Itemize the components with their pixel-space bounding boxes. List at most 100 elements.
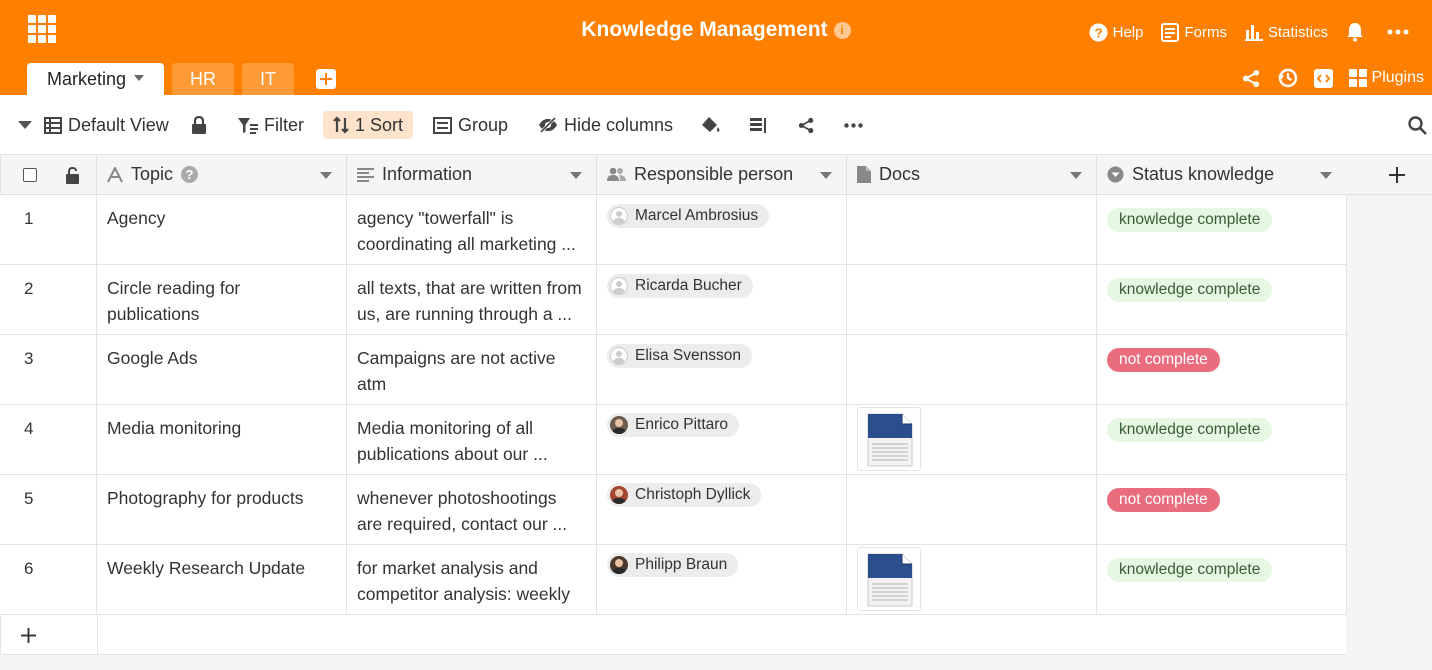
status-knowledge-cell[interactable]: knowledge complete (1097, 195, 1347, 265)
topic-cell[interactable]: Circle reading for publications (97, 265, 347, 335)
docs-cell[interactable] (847, 475, 1097, 545)
row-number-cell[interactable]: 1 (0, 195, 97, 265)
information-cell[interactable]: whenever photoshootings are required, co… (347, 475, 597, 545)
chevron-down-icon[interactable] (134, 75, 145, 81)
row-number-cell[interactable]: 4 (0, 405, 97, 475)
group-button[interactable]: Group (433, 111, 508, 139)
column-label: Responsible person (634, 164, 794, 184)
responsible-person-cell[interactable]: Christoph Dyllick (597, 475, 847, 545)
add-column-button[interactable] (1346, 155, 1432, 195)
row-number-cell[interactable]: 6 (0, 545, 97, 615)
status-knowledge-cell[interactable]: knowledge complete (1097, 265, 1347, 335)
statistics-button[interactable]: Statistics (1244, 23, 1328, 41)
select-all-checkbox[interactable] (23, 168, 37, 182)
column-header-responsible-person[interactable]: Responsible person (597, 155, 847, 195)
history-button[interactable] (1277, 68, 1298, 88)
status-knowledge-cell[interactable]: knowledge complete (1097, 545, 1347, 615)
docs-cell[interactable] (847, 265, 1097, 335)
row-color-button[interactable] (701, 111, 727, 139)
text-type-icon (107, 166, 123, 182)
collaborator-chip[interactable]: Elisa Svensson (607, 344, 752, 368)
information-cell[interactable]: all texts, that are written from us, are… (347, 265, 597, 335)
table-row[interactable]: 3 Google Ads Campaigns are not active atm E… (0, 335, 1347, 405)
share-button[interactable] (1242, 69, 1261, 88)
topic-cell[interactable]: Weekly Research Update (97, 545, 347, 615)
apps-grid-icon[interactable] (28, 15, 56, 43)
column-header-docs[interactable]: Docs (847, 155, 1097, 195)
column-header-status-knowledge[interactable]: Status knowledge (1097, 155, 1347, 195)
chevron-down-icon[interactable] (1320, 172, 1332, 179)
docs-cell[interactable] (847, 545, 1097, 615)
statistics-label: Statistics (1267, 23, 1328, 41)
search-button[interactable] (1408, 111, 1432, 139)
lock-view-button[interactable] (191, 111, 213, 139)
tab-hr[interactable]: HR (172, 63, 235, 95)
notifications-button[interactable] (1346, 22, 1369, 42)
view-selector[interactable]: Default View (18, 111, 169, 139)
docs-cell[interactable] (847, 335, 1097, 405)
topic-cell[interactable]: Photography for products (97, 475, 347, 545)
more-menu-button[interactable] (1387, 29, 1414, 35)
document-thumbnail[interactable] (857, 407, 921, 471)
row-height-button[interactable] (750, 111, 773, 139)
toolbar-more-button[interactable] (844, 111, 869, 139)
collaborator-chip[interactable]: Marcel Ambrosius (607, 204, 770, 228)
responsible-person-cell[interactable]: Marcel Ambrosius (597, 195, 847, 265)
add-table-button[interactable] (316, 69, 337, 89)
row-number-cell[interactable]: 3 (0, 335, 97, 405)
responsible-person-cell[interactable]: Philipp Braun (597, 545, 847, 615)
table-row[interactable]: 1 Agency agency "towerfall" is coordinatin… (0, 195, 1347, 265)
sort-button[interactable]: 1 Sort (323, 111, 414, 139)
information-cell[interactable]: Campaigns are not active atm (347, 335, 597, 405)
document-thumbnail[interactable] (857, 547, 921, 611)
filter-button[interactable]: Filter (238, 111, 304, 139)
info-icon[interactable]: i (833, 22, 851, 39)
share-view-button[interactable] (798, 111, 821, 139)
collaborator-chip[interactable]: Ricarda Bucher (607, 274, 753, 298)
chevron-down-icon[interactable] (320, 172, 332, 179)
information-cell[interactable]: agency "towerfall" is coordinating all m… (347, 195, 597, 265)
information-cell[interactable]: Media monitoring of all publications abo… (347, 405, 597, 475)
chevron-down-icon[interactable] (820, 172, 832, 179)
tab-it[interactable]: IT (242, 63, 295, 95)
collaborator-chip[interactable]: Philipp Braun (607, 553, 739, 577)
responsible-person-cell[interactable]: Ricarda Bucher (597, 265, 847, 335)
row-number-cell[interactable]: 2 (0, 265, 97, 335)
table-row[interactable]: 5 Photography for products whenever photos… (0, 475, 1347, 545)
tab-marketing[interactable]: Marketing (27, 63, 165, 95)
topic-cell[interactable]: Google Ads (97, 335, 347, 405)
chevron-down-icon[interactable] (1070, 172, 1082, 179)
table-row[interactable]: 6 Weekly Research Update for market analys… (0, 545, 1347, 615)
row-number-cell[interactable]: 5 (0, 475, 97, 545)
column-label: Information (382, 164, 473, 184)
status-knowledge-cell[interactable]: not complete (1097, 335, 1347, 405)
table-row[interactable]: 2 Circle reading for publications all text… (0, 265, 1347, 335)
docs-cell[interactable] (847, 195, 1097, 265)
column-header-information[interactable]: Information (347, 155, 597, 195)
plugins-button[interactable]: Plugins (1348, 69, 1424, 87)
help-icon: ? (1089, 22, 1108, 42)
unlock-icon[interactable] (65, 167, 80, 184)
help-icon[interactable]: ? (181, 166, 199, 183)
topic-cell[interactable]: Media monitoring (97, 405, 347, 475)
information-cell[interactable]: for market analysis and competitor analy… (347, 545, 597, 615)
chevron-down-icon[interactable] (570, 172, 582, 179)
hide-columns-button[interactable]: Hide columns (538, 111, 673, 139)
help-label: Help (1112, 23, 1144, 41)
more-icon (1387, 29, 1409, 35)
column-header-topic[interactable]: Topic ? (97, 155, 347, 195)
help-button[interactable]: ? Help (1089, 22, 1144, 42)
status-knowledge-cell[interactable]: knowledge complete (1097, 405, 1347, 475)
status-knowledge-cell[interactable]: not complete (1097, 475, 1347, 545)
docs-cell[interactable] (847, 405, 1097, 475)
responsible-person-cell[interactable]: Elisa Svensson (597, 335, 847, 405)
forms-button[interactable]: Forms (1161, 22, 1227, 42)
information-text: for market analysis and competitor analy… (357, 558, 570, 615)
table-row[interactable]: 4 Media monitoring Media monitoring of all… (0, 405, 1347, 475)
collaborator-chip[interactable]: Christoph Dyllick (607, 483, 762, 507)
api-button[interactable] (1313, 68, 1333, 88)
add-row-button[interactable] (0, 615, 1346, 655)
topic-cell[interactable]: Agency (97, 195, 347, 265)
collaborator-chip[interactable]: Enrico Pittaro (607, 413, 740, 437)
responsible-person-cell[interactable]: Enrico Pittaro (597, 405, 847, 475)
